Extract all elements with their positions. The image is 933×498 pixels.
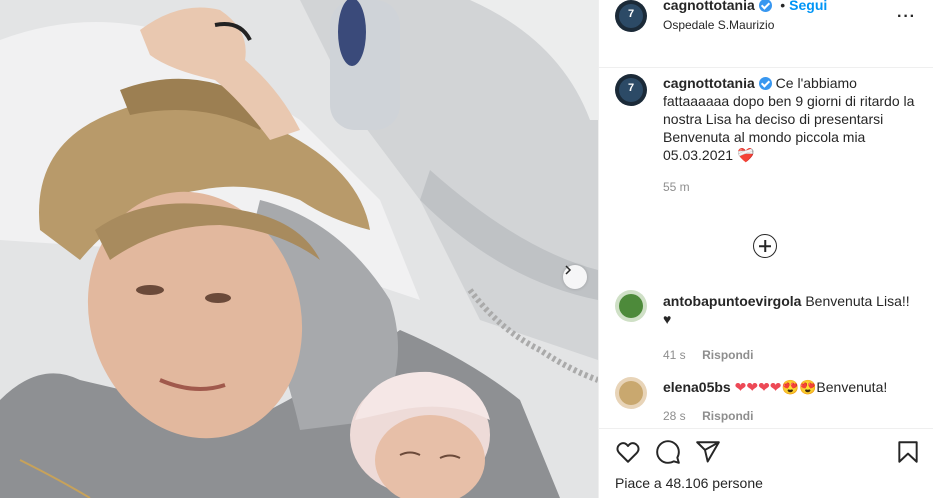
reply-button[interactable]: Rispondi (702, 409, 753, 423)
header-title-row: cagnottotania • Segui (663, 0, 827, 15)
comment-username[interactable]: elena05bs (663, 379, 731, 395)
comment-text: Benvenuta! (816, 379, 888, 395)
comment-item: elena05bs ❤❤❤❤😍😍Benvenuta! 28 s Rispondi (663, 378, 923, 425)
comment-avatar[interactable] (615, 290, 647, 322)
separator-dot: • (780, 0, 786, 13)
caption-username[interactable]: cagnottotania (663, 75, 755, 91)
location-link[interactable]: Ospedale S.Maurizio (663, 18, 774, 32)
comment-text: Benvenuta Lisa!! (805, 293, 910, 309)
comment-item: antobapuntoevirgola Benvenuta Lisa!! ♥ 4… (663, 292, 923, 364)
chevron-right-icon (565, 265, 572, 275)
heart-icon[interactable] (615, 439, 641, 465)
caption-line2: Benvenuta al mondo piccola mia (663, 129, 866, 145)
comment-emoji: ❤❤❤❤😍😍 (734, 379, 817, 395)
comment-emoji: ♥ (663, 311, 672, 327)
author-avatar[interactable]: 7 (615, 0, 647, 32)
follow-button[interactable]: Segui (789, 0, 827, 13)
post-actions: Piace a 48.106 persone (599, 428, 933, 498)
caption-line3: 05.03.2021 (663, 147, 734, 163)
caption-time[interactable]: 55 m (663, 178, 923, 196)
caption-heart-emoji: ❤️‍🩹 (736, 147, 755, 163)
verified-badge-icon (758, 77, 772, 90)
author-username[interactable]: cagnottotania (663, 0, 755, 13)
post-sidebar: 7 cagnottotania • Segui Ospedale S.Mauriz… (598, 0, 933, 498)
comments-list: 7 cagnottotania Ce l'abbiamo fattaaaaaa⁣… (599, 68, 933, 428)
caption-avatar[interactable]: 7 (615, 74, 647, 106)
load-more-comments-button[interactable] (753, 234, 777, 258)
send-icon[interactable] (695, 439, 721, 465)
post-header: 7 cagnottotania • Segui Ospedale S.Mauriz… (599, 0, 933, 68)
comment-icon[interactable] (655, 439, 681, 465)
reply-button[interactable]: Rispondi (702, 348, 753, 362)
carousel-next-button[interactable] (563, 265, 587, 289)
verified-badge-icon (758, 0, 772, 12)
more-options-icon[interactable]: ··· (897, 8, 916, 26)
caption: cagnottotania Ce l'abbiamo fattaaaaaa⁣⁣⁣… (663, 74, 923, 196)
comment-avatar[interactable] (615, 377, 647, 409)
comment-time[interactable]: 41 s (663, 348, 686, 362)
bookmark-icon[interactable] (895, 439, 921, 465)
post-photo[interactable] (0, 0, 598, 498)
comment-username[interactable]: antobapuntoevirgola (663, 293, 801, 309)
likes-count[interactable]: Piace a 48.106 persone (615, 475, 763, 491)
photo-illustration (0, 0, 598, 498)
comment-time[interactable]: 28 s (663, 409, 686, 423)
